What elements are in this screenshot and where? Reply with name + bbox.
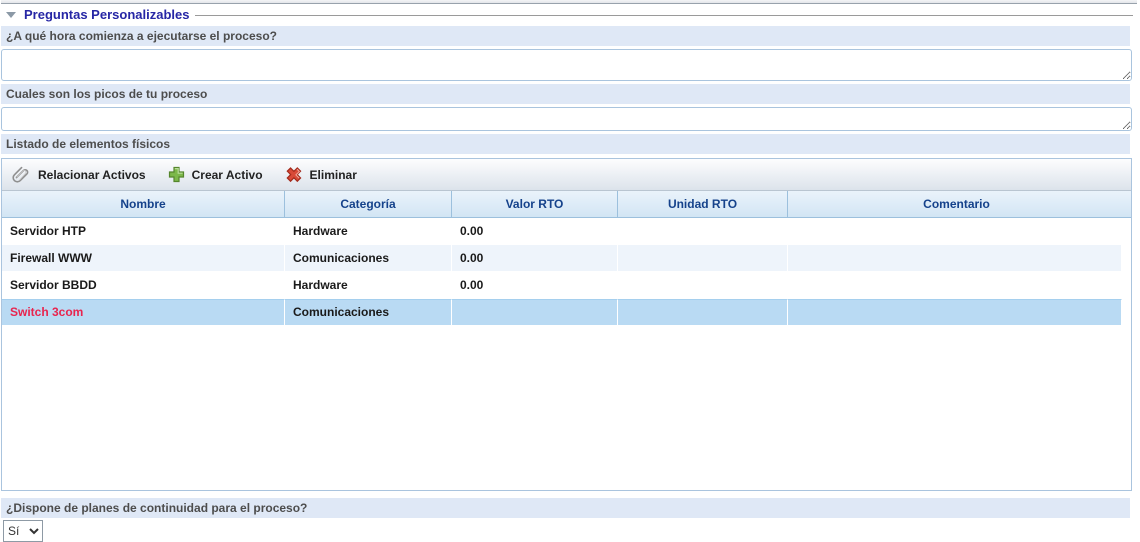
assets-table-header: Nombre Categoría Valor RTO Unidad RTO Co… [2, 191, 1131, 218]
cell-unidad-rto [618, 272, 788, 299]
collapse-triangle-icon[interactable] [6, 12, 16, 18]
cell-comentario [788, 245, 1122, 272]
cell-unidad-rto [618, 299, 788, 326]
assets-table-body: Servidor HTP Hardware 0.00 Firewall WWW … [2, 218, 1131, 326]
create-asset-label: Crear Activo [192, 168, 263, 182]
continuity-select[interactable]: Sí [3, 520, 43, 542]
question-continuity-label: ¿Dispone de planes de continuidad para e… [1, 498, 1130, 518]
cell-categoria: Comunicaciones [285, 299, 452, 326]
question-peaks-textarea[interactable] [1, 107, 1132, 131]
section-header: Preguntas Personalizables [1, 6, 1137, 23]
delete-asset-button[interactable]: Eliminar [285, 166, 357, 183]
cell-categoria: Hardware [285, 272, 452, 299]
cell-nombre: Firewall WWW [2, 245, 285, 272]
cell-valor-rto: 0.00 [452, 218, 618, 245]
cell-unidad-rto [618, 218, 788, 245]
cell-nombre: Switch 3com [2, 299, 285, 326]
paperclip-icon [12, 166, 31, 184]
delete-asset-label: Eliminar [310, 168, 357, 182]
cell-comentario [788, 272, 1122, 299]
cell-valor-rto [452, 299, 618, 326]
assets-toolbar: Relacionar Activos Crear Activo [2, 159, 1131, 191]
cell-valor-rto: 0.00 [452, 245, 618, 272]
column-header-valor-rto[interactable]: Valor RTO [452, 191, 618, 217]
cell-comentario [788, 218, 1122, 245]
relate-assets-button[interactable]: Relacionar Activos [12, 166, 146, 184]
cell-categoria: Hardware [285, 218, 452, 245]
section-rule [195, 15, 1133, 16]
column-header-unidad-rto[interactable]: Unidad RTO [618, 191, 788, 217]
cell-valor-rto: 0.00 [452, 272, 618, 299]
plus-icon [168, 166, 185, 183]
assets-grid: Relacionar Activos Crear Activo [1, 158, 1132, 491]
question-peaks-label: Cuales son los picos de tu proceso [1, 84, 1130, 104]
create-asset-button[interactable]: Crear Activo [168, 166, 263, 183]
clipped-previous-section [1, 0, 1137, 4]
relate-assets-label: Relacionar Activos [38, 168, 146, 182]
cell-categoria: Comunicaciones [285, 245, 452, 272]
table-row[interactable]: Servidor BBDD Hardware 0.00 [2, 272, 1122, 299]
cell-comentario [788, 299, 1122, 326]
table-row-selected[interactable]: Switch 3com Comunicaciones [2, 299, 1122, 326]
table-row[interactable]: Servidor HTP Hardware 0.00 [2, 218, 1122, 245]
cell-nombre: Servidor BBDD [2, 272, 285, 299]
form-page: Preguntas Personalizables ¿A qué hora co… [1, 0, 1137, 542]
question-time-textarea[interactable] [1, 49, 1132, 81]
column-header-categoria[interactable]: Categoría [285, 191, 452, 217]
red-cross-icon [285, 166, 303, 183]
physical-elements-label: Listado de elementos físicos [1, 134, 1130, 154]
question-time-label: ¿A qué hora comienza a ejecutarse el pro… [1, 26, 1130, 46]
column-header-comentario[interactable]: Comentario [788, 191, 1125, 217]
section-title: Preguntas Personalizables [24, 7, 189, 22]
table-row[interactable]: Firewall WWW Comunicaciones 0.00 [2, 245, 1122, 272]
column-header-nombre[interactable]: Nombre [2, 191, 285, 217]
cell-nombre: Servidor HTP [2, 218, 285, 245]
cell-unidad-rto [618, 245, 788, 272]
